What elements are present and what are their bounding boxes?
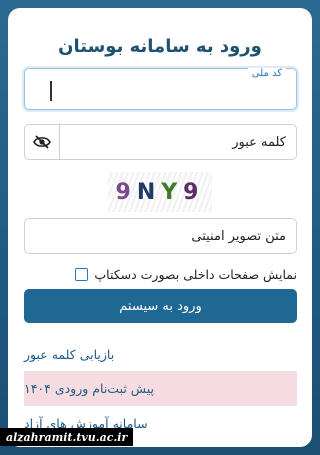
national-code-label: کد ملی (247, 68, 286, 79)
captcha-char: N (136, 179, 162, 205)
desktop-view-checkbox[interactable] (75, 267, 89, 281)
page-title: ورود به سامانه بوستان (58, 36, 262, 57)
desktop-view-label: نمایش صفحات داخلی بصورت دسکتاپ (94, 266, 297, 282)
captcha-input[interactable]: متن تصویر امنیتی (24, 218, 297, 254)
captcha-image: 9 N Y 9 (108, 172, 212, 212)
password-placeholder: کلمه عبور (232, 134, 286, 150)
pre-registration-link[interactable]: پیش ثبت‌نام ورودی ۱۴۰۴ (24, 372, 297, 406)
links-list: بازیابی کلمه عبور پیش ثبت‌نام ورودی ۱۴۰۴… (24, 338, 297, 440)
login-button[interactable]: ورود به سیستم (24, 289, 297, 323)
captcha-char: 9 (115, 179, 137, 205)
eye-slash-icon[interactable] (25, 125, 60, 159)
site-watermark: alzahramit.tvu.ac.ir (0, 428, 134, 446)
forgot-password-link[interactable]: بازیابی کلمه عبور (24, 338, 297, 372)
password-field[interactable]: کلمه عبور (24, 124, 297, 160)
text-cursor (50, 81, 52, 101)
national-code-field[interactable]: کد ملی (24, 68, 297, 110)
captcha-placeholder: متن تصویر امنیتی (191, 228, 286, 244)
captcha-char: 9 (183, 179, 205, 205)
login-card: ورود به سامانه بوستان کد ملی کلمه عبور 9… (8, 8, 312, 447)
desktop-view-option[interactable]: نمایش صفحات داخلی بصورت دسکتاپ (24, 264, 297, 284)
captcha-char: Y (161, 179, 184, 205)
